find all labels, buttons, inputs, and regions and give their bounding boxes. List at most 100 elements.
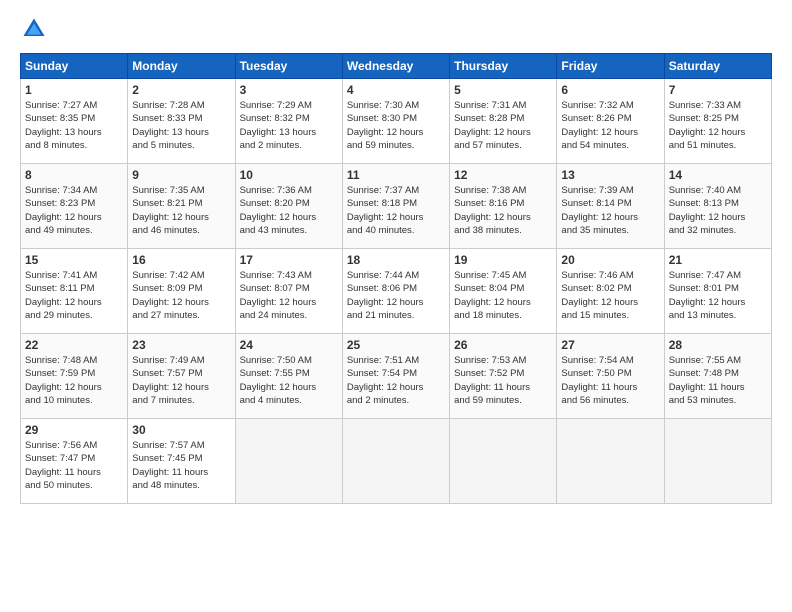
calendar-cell: 8 Sunrise: 7:34 AM Sunset: 8:23 PM Daylig… (21, 164, 128, 249)
calendar-cell: 7 Sunrise: 7:33 AM Sunset: 8:25 PM Daylig… (664, 79, 771, 164)
calendar-cell: 18 Sunrise: 7:44 AM Sunset: 8:06 PM Dayli… (342, 249, 449, 334)
day-info: Sunrise: 7:55 AM Sunset: 7:48 PM Dayligh… (669, 354, 767, 407)
day-number: 9 (132, 168, 230, 182)
weekday-header-monday: Monday (128, 54, 235, 79)
day-number: 15 (25, 253, 123, 267)
calendar-cell (342, 419, 449, 504)
day-info: Sunrise: 7:33 AM Sunset: 8:25 PM Dayligh… (669, 99, 767, 152)
weekday-header-tuesday: Tuesday (235, 54, 342, 79)
day-number: 17 (240, 253, 338, 267)
day-number: 2 (132, 83, 230, 97)
day-info: Sunrise: 7:27 AM Sunset: 8:35 PM Dayligh… (25, 99, 123, 152)
day-number: 24 (240, 338, 338, 352)
day-info: Sunrise: 7:53 AM Sunset: 7:52 PM Dayligh… (454, 354, 552, 407)
calendar-week-4: 22 Sunrise: 7:48 AM Sunset: 7:59 PM Dayli… (21, 334, 772, 419)
day-number: 1 (25, 83, 123, 97)
day-info: Sunrise: 7:54 AM Sunset: 7:50 PM Dayligh… (561, 354, 659, 407)
day-info: Sunrise: 7:50 AM Sunset: 7:55 PM Dayligh… (240, 354, 338, 407)
day-number: 18 (347, 253, 445, 267)
day-info: Sunrise: 7:46 AM Sunset: 8:02 PM Dayligh… (561, 269, 659, 322)
weekday-header-saturday: Saturday (664, 54, 771, 79)
day-number: 7 (669, 83, 767, 97)
day-info: Sunrise: 7:31 AM Sunset: 8:28 PM Dayligh… (454, 99, 552, 152)
day-info: Sunrise: 7:42 AM Sunset: 8:09 PM Dayligh… (132, 269, 230, 322)
day-info: Sunrise: 7:48 AM Sunset: 7:59 PM Dayligh… (25, 354, 123, 407)
calendar-cell: 25 Sunrise: 7:51 AM Sunset: 7:54 PM Dayli… (342, 334, 449, 419)
calendar-cell: 3 Sunrise: 7:29 AM Sunset: 8:32 PM Daylig… (235, 79, 342, 164)
day-number: 8 (25, 168, 123, 182)
calendar-cell: 20 Sunrise: 7:46 AM Sunset: 8:02 PM Dayli… (557, 249, 664, 334)
day-number: 6 (561, 83, 659, 97)
calendar-cell (450, 419, 557, 504)
day-number: 30 (132, 423, 230, 437)
calendar-cell: 28 Sunrise: 7:55 AM Sunset: 7:48 PM Dayli… (664, 334, 771, 419)
calendar-cell: 13Sunrise: 7:39 AM Sunset: 8:14 PM Dayli… (557, 164, 664, 249)
calendar-table: SundayMondayTuesdayWednesdayThursdayFrid… (20, 53, 772, 504)
day-info: Sunrise: 7:36 AM Sunset: 8:20 PM Dayligh… (240, 184, 338, 237)
calendar-week-3: 15 Sunrise: 7:41 AM Sunset: 8:11 PM Dayli… (21, 249, 772, 334)
calendar-cell: 10 Sunrise: 7:36 AM Sunset: 8:20 PM Dayli… (235, 164, 342, 249)
weekday-header-row: SundayMondayTuesdayWednesdayThursdayFrid… (21, 54, 772, 79)
logo (20, 15, 52, 43)
day-number: 12 (454, 168, 552, 182)
day-number: 14 (669, 168, 767, 182)
day-number: 23 (132, 338, 230, 352)
weekday-header-sunday: Sunday (21, 54, 128, 79)
calendar-cell: 6 Sunrise: 7:32 AM Sunset: 8:26 PM Daylig… (557, 79, 664, 164)
day-number: 19 (454, 253, 552, 267)
day-info: Sunrise: 7:41 AM Sunset: 8:11 PM Dayligh… (25, 269, 123, 322)
day-number: 5 (454, 83, 552, 97)
calendar-cell: 29Sunrise: 7:56 AM Sunset: 7:47 PM Dayli… (21, 419, 128, 504)
day-info: Sunrise: 7:57 AM Sunset: 7:45 PM Dayligh… (132, 439, 230, 492)
day-info: Sunrise: 7:40 AM Sunset: 8:13 PM Dayligh… (669, 184, 767, 237)
day-info: Sunrise: 7:38 AM Sunset: 8:16 PM Dayligh… (454, 184, 552, 237)
day-info: Sunrise: 7:43 AM Sunset: 8:07 PM Dayligh… (240, 269, 338, 322)
day-number: 25 (347, 338, 445, 352)
calendar-cell: 9 Sunrise: 7:35 AM Sunset: 8:21 PM Daylig… (128, 164, 235, 249)
day-info: Sunrise: 7:34 AM Sunset: 8:23 PM Dayligh… (25, 184, 123, 237)
calendar-cell: 26 Sunrise: 7:53 AM Sunset: 7:52 PM Dayli… (450, 334, 557, 419)
day-info: Sunrise: 7:49 AM Sunset: 7:57 PM Dayligh… (132, 354, 230, 407)
day-number: 27 (561, 338, 659, 352)
calendar-cell: 2 Sunrise: 7:28 AM Sunset: 8:33 PM Daylig… (128, 79, 235, 164)
day-info: Sunrise: 7:51 AM Sunset: 7:54 PM Dayligh… (347, 354, 445, 407)
day-info: Sunrise: 7:35 AM Sunset: 8:21 PM Dayligh… (132, 184, 230, 237)
calendar-cell: 15 Sunrise: 7:41 AM Sunset: 8:11 PM Dayli… (21, 249, 128, 334)
calendar-cell: 27 Sunrise: 7:54 AM Sunset: 7:50 PM Dayli… (557, 334, 664, 419)
day-info: Sunrise: 7:32 AM Sunset: 8:26 PM Dayligh… (561, 99, 659, 152)
day-info: Sunrise: 7:56 AM Sunset: 7:47 PM Dayligh… (25, 439, 123, 492)
day-number: 11 (347, 168, 445, 182)
calendar-cell: 30 Sunrise: 7:57 AM Sunset: 7:45 PM Dayli… (128, 419, 235, 504)
calendar-cell: 4Sunrise: 7:30 AM Sunset: 8:30 PM Daylig… (342, 79, 449, 164)
day-info: Sunrise: 7:28 AM Sunset: 8:33 PM Dayligh… (132, 99, 230, 152)
logo-icon (20, 15, 48, 43)
calendar-cell: 17 Sunrise: 7:43 AM Sunset: 8:07 PM Dayli… (235, 249, 342, 334)
day-number: 3 (240, 83, 338, 97)
calendar-cell: 24 Sunrise: 7:50 AM Sunset: 7:55 PM Dayli… (235, 334, 342, 419)
day-info: Sunrise: 7:29 AM Sunset: 8:32 PM Dayligh… (240, 99, 338, 152)
calendar-cell: 19Sunrise: 7:45 AM Sunset: 8:04 PM Dayli… (450, 249, 557, 334)
calendar-cell: 22 Sunrise: 7:48 AM Sunset: 7:59 PM Dayli… (21, 334, 128, 419)
day-number: 4 (347, 83, 445, 97)
day-number: 28 (669, 338, 767, 352)
calendar-cell: 12 Sunrise: 7:38 AM Sunset: 8:16 PM Dayli… (450, 164, 557, 249)
weekday-header-wednesday: Wednesday (342, 54, 449, 79)
calendar-week-5: 29Sunrise: 7:56 AM Sunset: 7:47 PM Dayli… (21, 419, 772, 504)
day-number: 20 (561, 253, 659, 267)
day-info: Sunrise: 7:37 AM Sunset: 8:18 PM Dayligh… (347, 184, 445, 237)
calendar-week-1: 1 Sunrise: 7:27 AM Sunset: 8:35 PM Daylig… (21, 79, 772, 164)
day-number: 10 (240, 168, 338, 182)
weekday-header-thursday: Thursday (450, 54, 557, 79)
day-number: 26 (454, 338, 552, 352)
calendar-cell: 1 Sunrise: 7:27 AM Sunset: 8:35 PM Daylig… (21, 79, 128, 164)
calendar-week-2: 8 Sunrise: 7:34 AM Sunset: 8:23 PM Daylig… (21, 164, 772, 249)
day-number: 21 (669, 253, 767, 267)
day-info: Sunrise: 7:44 AM Sunset: 8:06 PM Dayligh… (347, 269, 445, 322)
day-number: 16 (132, 253, 230, 267)
day-number: 13 (561, 168, 659, 182)
calendar-cell: 16 Sunrise: 7:42 AM Sunset: 8:09 PM Dayli… (128, 249, 235, 334)
day-number: 22 (25, 338, 123, 352)
calendar-container: SundayMondayTuesdayWednesdayThursdayFrid… (0, 0, 792, 514)
day-info: Sunrise: 7:47 AM Sunset: 8:01 PM Dayligh… (669, 269, 767, 322)
calendar-cell (664, 419, 771, 504)
